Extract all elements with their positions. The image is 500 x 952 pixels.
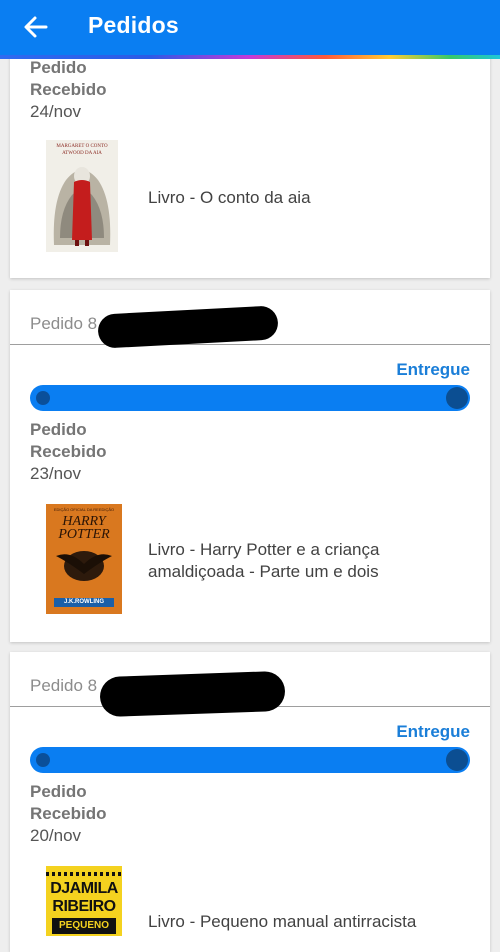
progress-bar — [30, 747, 470, 773]
item-name: Livro - Harry Potter e a criança amaldiç… — [148, 540, 380, 581]
stage-label: Pedido Recebido — [30, 58, 107, 99]
book-cover-image: MARGARET O CONTO ATWOOD DA AIA — [46, 140, 118, 252]
status-badge: Entregue — [396, 722, 470, 741]
app-bar: Pedidos — [0, 0, 500, 55]
appbar-accent-stripe — [0, 55, 500, 59]
page-title: Pedidos — [88, 12, 179, 38]
book-cover-image: DJAMILA RIBEIRO PEQUENO — [46, 866, 122, 936]
progress-end-dot — [446, 749, 468, 771]
book-cover-image: EDIÇÃO OFICIAL DA REEDIÇÃO HARRY POTTER … — [46, 504, 122, 614]
progress-start-dot — [36, 391, 50, 405]
item-name: Livro - Pequeno manual antirracista — [148, 912, 417, 931]
order-date: 23/nov — [30, 464, 82, 483]
status-badge: Entregue — [396, 360, 470, 379]
item-name: Livro - O conto da aia — [148, 188, 311, 207]
arrow-left-icon[interactable] — [22, 13, 50, 41]
order-number: Pedido 8 — [30, 676, 98, 695]
progress-end-dot — [446, 387, 468, 409]
order-card[interactable]: Pedido 8 Entregue Pedido Recebido 23/nov… — [10, 290, 490, 642]
stage-label: Pedido Recebido — [30, 420, 107, 461]
order-card[interactable]: Pedido Recebido 24/nov MARGARET O CONTO … — [10, 40, 490, 278]
stage-label: Pedido Recebido — [30, 782, 107, 823]
order-number: Pedido 8 — [30, 314, 98, 333]
progress-start-dot — [36, 753, 50, 767]
order-header: Pedido 8 — [10, 652, 490, 718]
order-header: Pedido 8 — [10, 290, 490, 349]
progress-bar — [30, 385, 470, 411]
redaction-mark — [97, 305, 279, 349]
order-date: 20/nov — [30, 826, 82, 845]
order-date: 24/nov — [30, 102, 82, 121]
order-card[interactable]: Pedido 8 Entregue Pedido Recebido 20/nov… — [10, 652, 490, 952]
redaction-mark — [99, 670, 286, 718]
